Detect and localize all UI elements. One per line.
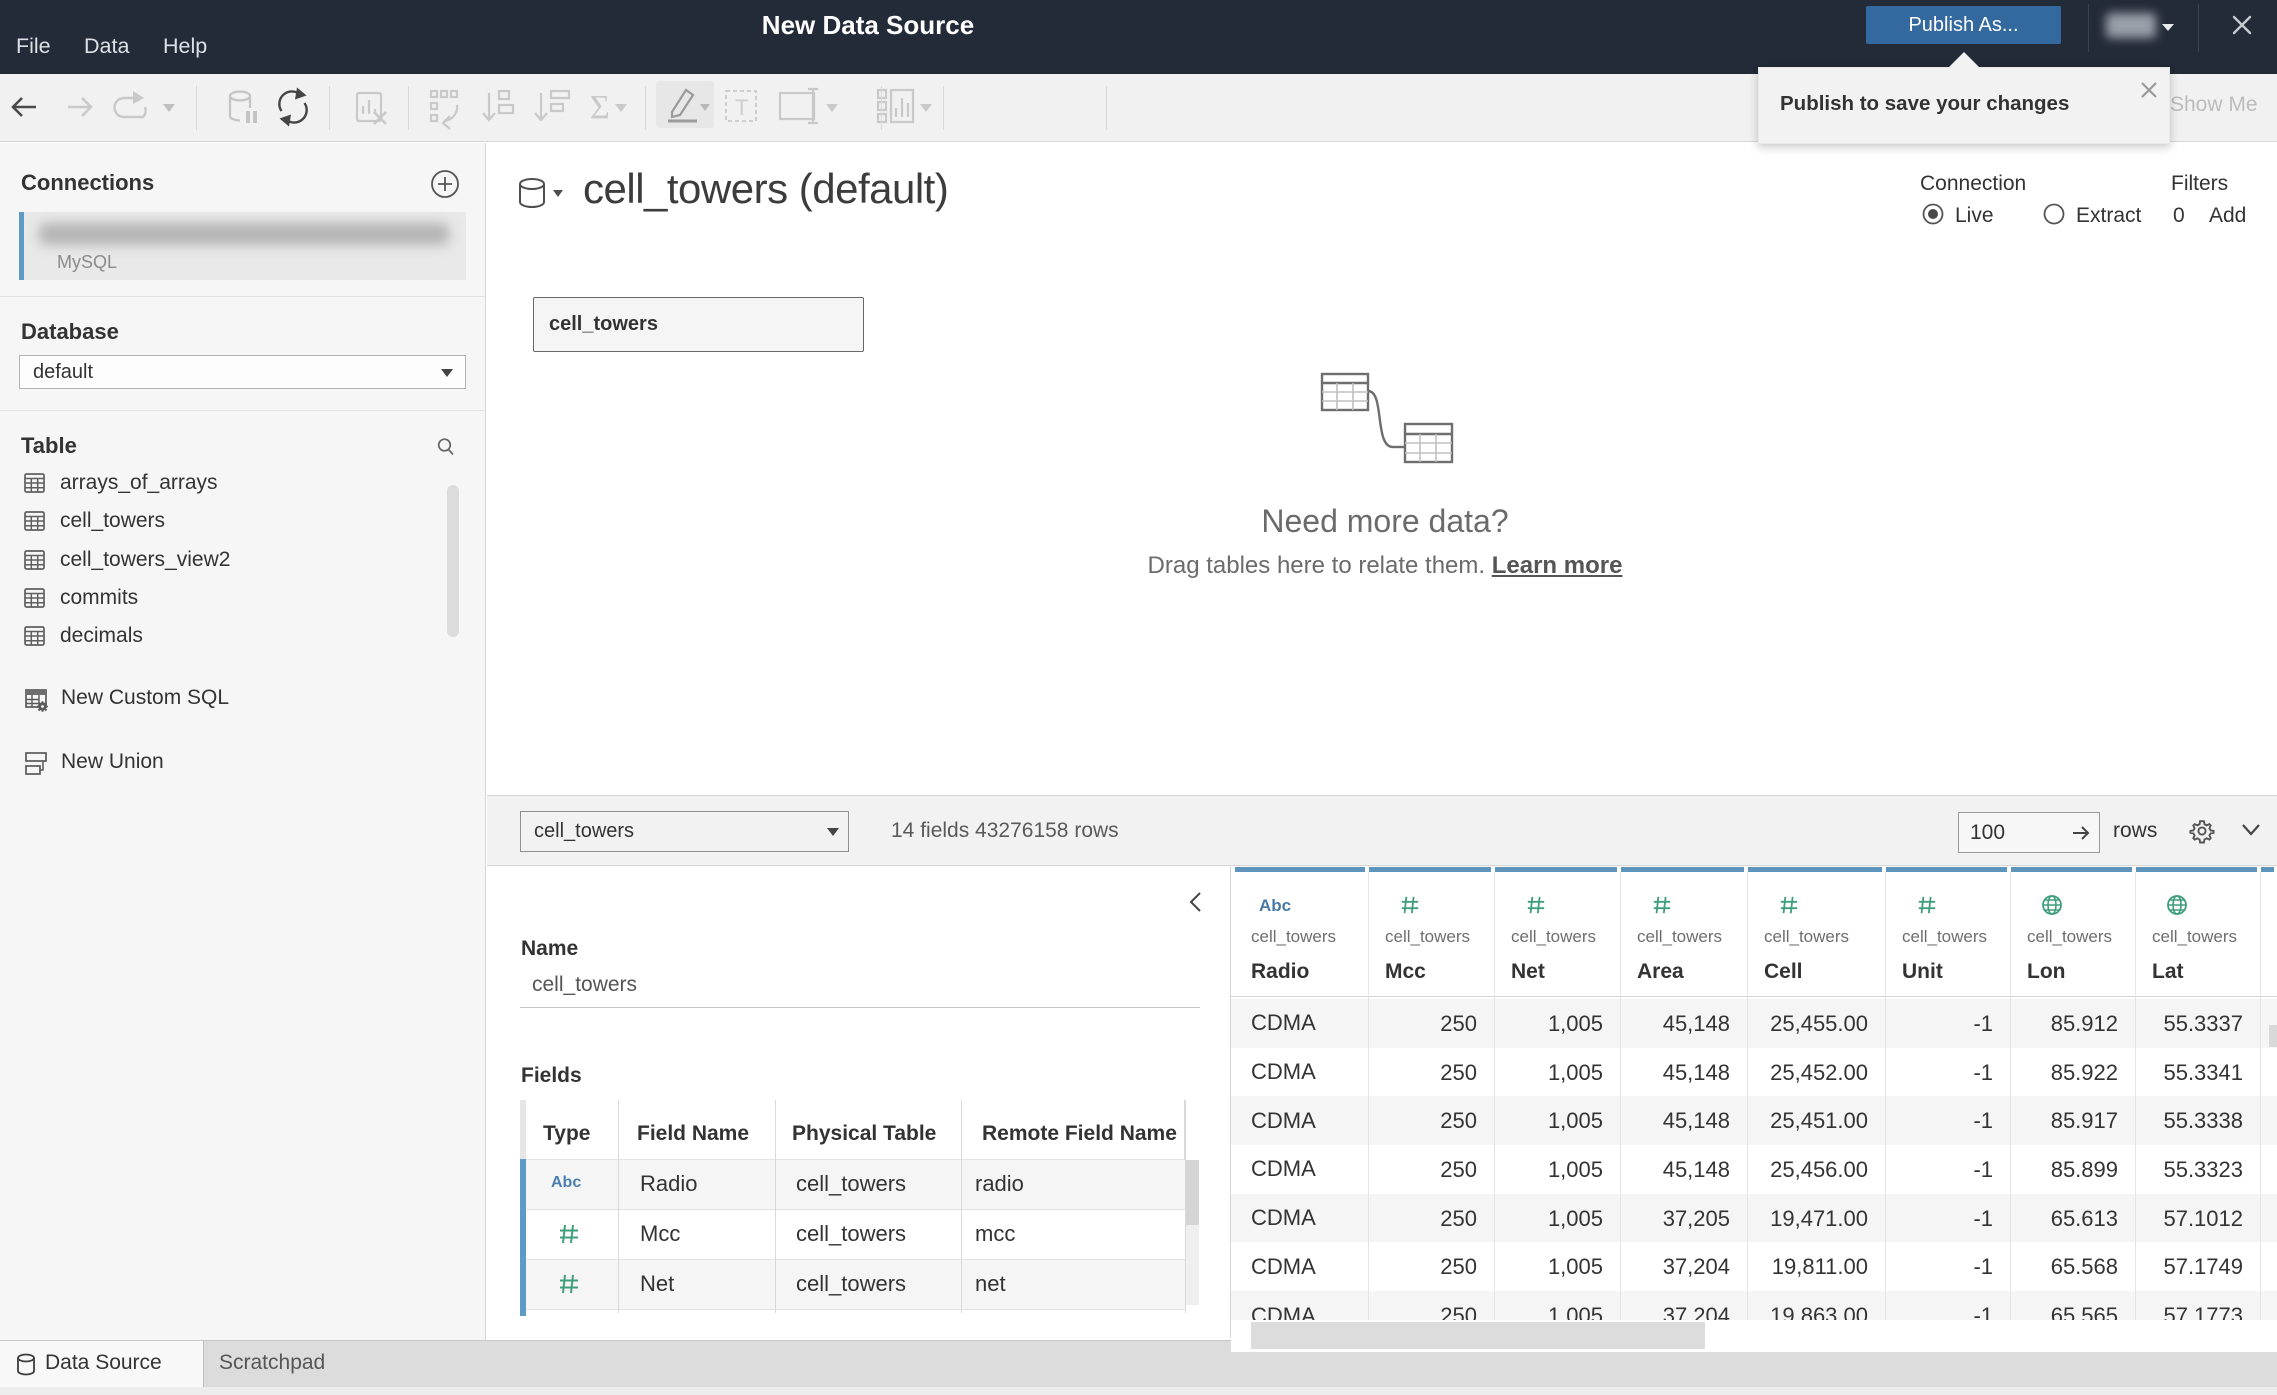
- svg-text:Σ: Σ: [590, 89, 610, 126]
- svg-text:T: T: [735, 95, 748, 120]
